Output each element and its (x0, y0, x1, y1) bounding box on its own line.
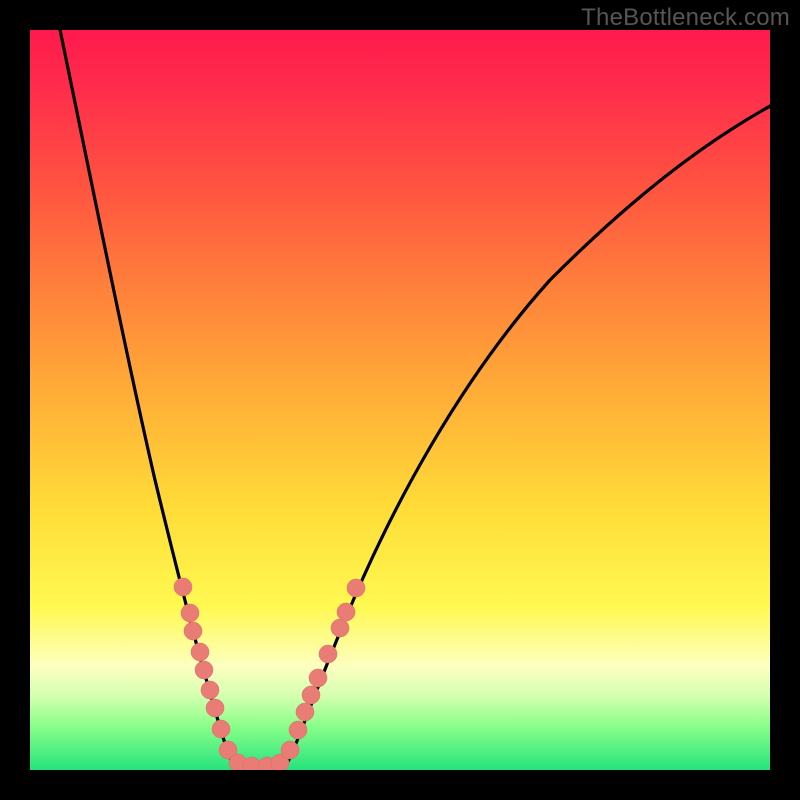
bottleneck-curve (58, 30, 770, 768)
watermark-text: TheBottleneck.com (581, 4, 790, 32)
data-points (174, 578, 365, 770)
bottleneck-curve-layer (30, 30, 770, 770)
plot-area (30, 30, 770, 770)
chart-container: TheBottleneck.com (0, 0, 800, 800)
